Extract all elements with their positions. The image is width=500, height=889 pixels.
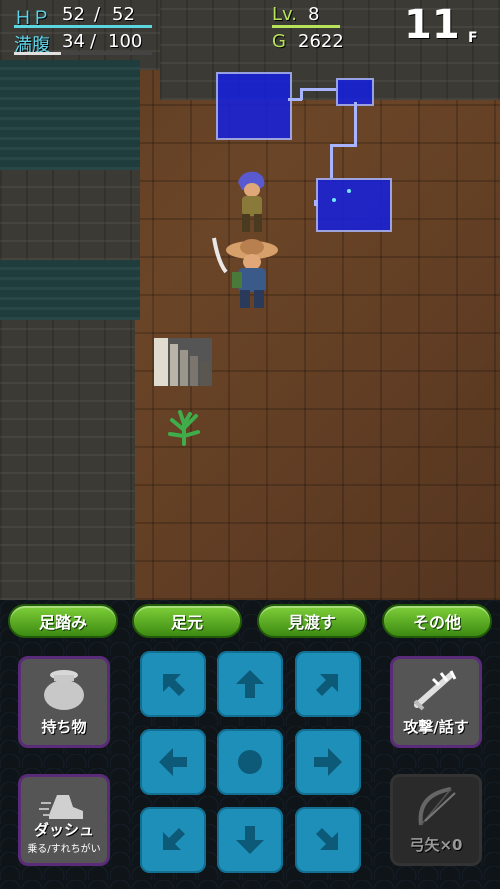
dungeon-wall — [0, 170, 140, 260]
companion-sprite — [238, 171, 265, 232]
minimap-room — [316, 178, 392, 232]
dpad-up-button[interactable] — [217, 651, 283, 717]
hp-separator: / — [94, 4, 101, 25]
arrow-down-left-icon — [163, 828, 185, 850]
control-panel: 足踏み 足元 見渡す その他 持ち物 攻撃/話す ダッシュ 乗る/すれちがい 弓… — [0, 600, 500, 889]
sword-slash-icon — [413, 670, 457, 711]
pot-icon — [44, 670, 84, 710]
look-around-button[interactable]: 見渡す — [257, 604, 367, 638]
dungeon-wall — [0, 320, 135, 600]
dpad-down-left-button[interactable] — [140, 807, 206, 873]
attack-talk-label: 攻撃/話す — [403, 718, 469, 736]
arrow-up-right-icon — [316, 674, 338, 696]
gold-value: 2622 — [298, 31, 344, 52]
dash-label: ダッシュ — [33, 821, 94, 839]
minimap-corridor — [330, 144, 357, 147]
minimap-corridor — [330, 144, 333, 178]
level-underline — [272, 25, 340, 28]
minimap-corridor — [300, 88, 336, 91]
fullness-separator: / — [90, 31, 97, 52]
minimap-player-marker — [347, 189, 351, 193]
dpad-left-button[interactable] — [140, 729, 206, 795]
gold-label: G — [272, 31, 286, 52]
arrow-up-left-icon — [163, 674, 185, 696]
dash-button[interactable]: ダッシュ 乗る/すれちがい — [18, 774, 110, 866]
level-label: Lv. — [272, 4, 298, 25]
level-value: 8 — [308, 4, 320, 25]
arrow-up-icon — [236, 670, 264, 698]
dpad-down-right-button[interactable] — [295, 807, 361, 873]
hp-current: 52 — [62, 4, 85, 25]
dash-sublabel: 乗る/すれちがい — [27, 844, 101, 855]
dpad-right-button[interactable] — [295, 729, 361, 795]
arrows-button[interactable]: 弓矢×0 — [390, 774, 482, 866]
dpad-up-left-button[interactable] — [140, 651, 206, 717]
water-tile — [0, 260, 140, 320]
arrow-left-icon — [159, 748, 187, 776]
arrow-down-right-icon — [316, 828, 338, 850]
feet-button[interactable]: 足元 — [132, 604, 242, 638]
shiren-player-sprite — [212, 237, 278, 308]
minimap-npc-marker — [332, 198, 336, 202]
arrow-right-icon — [314, 748, 342, 776]
water-tile — [0, 60, 140, 170]
dungeon-view: ＨＰ 52 / 52 満腹 34 / 100 Lv. 8 G 2622 11 F — [0, 0, 500, 600]
arrow-down-icon — [236, 826, 264, 854]
dpad-down-button[interactable] — [217, 807, 283, 873]
hp-max: 52 — [112, 4, 135, 25]
fullness-bar — [14, 52, 61, 55]
minimap-room — [216, 72, 292, 140]
arrows-label: 弓矢×0 — [409, 836, 463, 854]
fullness-current: 34 — [62, 31, 85, 52]
herb-item-icon — [168, 410, 200, 446]
circle-icon — [238, 750, 262, 774]
hp-bar — [14, 25, 152, 28]
bow-arrow-icon — [418, 787, 456, 826]
minimap-corridor — [314, 200, 318, 206]
dpad-center-button[interactable] — [217, 729, 283, 795]
items-button[interactable]: 持ち物 — [18, 656, 110, 748]
items-label: 持ち物 — [41, 718, 87, 736]
minimap-corridor — [354, 102, 357, 146]
floor-unit: F — [468, 30, 478, 46]
stomp-button[interactable]: 足踏み — [8, 604, 118, 638]
other-button[interactable]: その他 — [382, 604, 492, 638]
floor-number: 11 — [404, 2, 460, 48]
fullness-max: 100 — [108, 31, 143, 52]
stairs-icon — [154, 338, 212, 386]
dpad-up-right-button[interactable] — [295, 651, 361, 717]
attack-talk-button[interactable]: 攻撃/話す — [390, 656, 482, 748]
